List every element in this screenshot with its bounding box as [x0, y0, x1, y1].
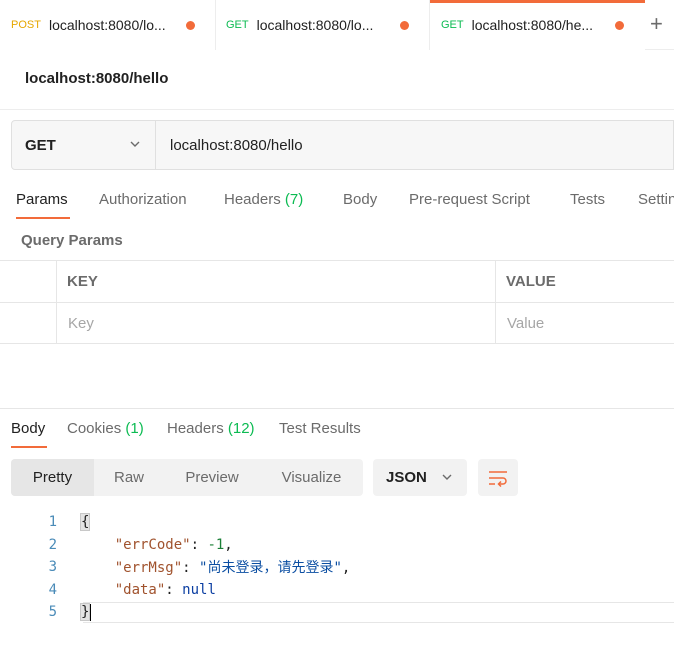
- unsaved-dot-icon: [615, 21, 624, 30]
- raw-button[interactable]: Raw: [94, 459, 164, 496]
- wrap-lines-icon: [489, 470, 507, 487]
- tab-bar: POST localhost:8080/lo... GET localhost:…: [0, 0, 674, 50]
- request-title: localhost:8080/hello: [25, 70, 169, 87]
- line-number: 5: [48, 604, 57, 620]
- json-string: "尚未登录，请先登录": [199, 560, 342, 576]
- divider: [0, 109, 674, 110]
- pretty-button[interactable]: Pretty: [11, 459, 94, 496]
- code-text: "errCode": -1,: [114, 537, 233, 553]
- unsaved-dot-icon: [186, 21, 195, 30]
- tab-settings[interactable]: Settin: [638, 191, 674, 208]
- tab-method-label: POST: [11, 19, 41, 31]
- url-bar: GET localhost:8080/hello: [11, 120, 674, 170]
- code-text: "errMsg": "尚未登录，请先登录",: [114, 560, 351, 576]
- chevron-down-icon: [442, 474, 452, 480]
- code-line: 5 }: [0, 601, 674, 623]
- new-tab-plus-icon[interactable]: +: [650, 11, 663, 37]
- params-table: KEY VALUE Key Value: [0, 260, 674, 344]
- code-line: 3 "errMsg": "尚未登录，请先登录",: [0, 556, 674, 578]
- visualize-button[interactable]: Visualize: [260, 459, 363, 496]
- request-tab-2[interactable]: GET localhost:8080/lo...: [216, 0, 430, 50]
- code-line: 4 "data": null: [0, 579, 674, 601]
- tab-body[interactable]: Body: [343, 191, 377, 208]
- json-null: null: [182, 582, 216, 598]
- preview-button[interactable]: Preview: [164, 459, 260, 496]
- json-key: "data": [114, 582, 166, 598]
- text-cursor: [89, 603, 92, 621]
- tab-headers[interactable]: Headers (7): [224, 191, 303, 208]
- unsaved-dot-icon: [400, 21, 409, 30]
- tab-method-label: GET: [226, 19, 249, 31]
- tab-authorization[interactable]: Authorization: [99, 191, 187, 208]
- request-tab-1[interactable]: POST localhost:8080/lo...: [0, 0, 216, 50]
- line-number: 3: [48, 559, 57, 575]
- line-number: 4: [48, 582, 57, 598]
- wrap-lines-button[interactable]: [478, 459, 518, 496]
- json-key: "errCode": [114, 537, 191, 553]
- response-divider: [0, 408, 674, 409]
- chevron-down-icon: [130, 141, 140, 147]
- code-line: 1 {: [0, 511, 674, 533]
- response-tab-headers[interactable]: Headers (12): [167, 420, 255, 437]
- column-divider: [56, 260, 57, 344]
- line-number: 1: [48, 514, 57, 530]
- tab-pre-request-script[interactable]: Pre-request Script: [409, 191, 530, 208]
- table-row: Key Value: [0, 303, 674, 345]
- format-value: JSON: [386, 469, 427, 486]
- cookies-label: Cookies: [67, 420, 122, 437]
- tab-headers-label: Headers: [224, 191, 281, 208]
- tab-title: localhost:8080/lo...: [256, 17, 374, 33]
- json-key: "errMsg": [114, 560, 183, 576]
- value-column-header: VALUE: [506, 273, 556, 290]
- response-tab-test-results[interactable]: Test Results: [279, 420, 361, 437]
- method-value: GET: [25, 136, 56, 154]
- close-brace: }: [79, 603, 91, 621]
- code-text: "data": null: [114, 582, 216, 598]
- table-header-row: KEY VALUE: [0, 261, 674, 303]
- response-headers-count: (12): [227, 420, 255, 437]
- value-input[interactable]: Value: [507, 303, 544, 344]
- json-number: -1: [207, 537, 225, 553]
- column-divider: [495, 260, 496, 344]
- format-dropdown[interactable]: JSON: [373, 459, 467, 496]
- tab-title: localhost:8080/he...: [471, 17, 594, 33]
- request-tab-3[interactable]: GET localhost:8080/he...: [430, 0, 645, 50]
- line-number: 2: [48, 537, 57, 553]
- url-input[interactable]: localhost:8080/hello: [156, 121, 673, 169]
- active-response-tab-indicator: [11, 446, 47, 448]
- tab-tests[interactable]: Tests: [570, 191, 605, 208]
- query-params-label: Query Params: [21, 232, 123, 249]
- tab-params[interactable]: Params: [16, 191, 68, 208]
- key-input[interactable]: Key: [68, 303, 94, 344]
- headers-count: (7): [284, 191, 304, 208]
- tab-title: localhost:8080/lo...: [48, 17, 166, 33]
- tab-method-label: GET: [441, 19, 464, 31]
- active-tab-indicator: [16, 217, 70, 219]
- cookies-count: (1): [125, 420, 144, 437]
- method-dropdown[interactable]: GET: [12, 121, 156, 169]
- response-tab-cookies[interactable]: Cookies (1): [67, 420, 144, 437]
- code-text: {: [79, 513, 91, 531]
- view-mode-segmented-control: Pretty Raw Preview Visualize: [11, 459, 363, 496]
- key-column-header: KEY: [67, 273, 98, 290]
- request-tabs: Params Authorization Headers (7) Body Pr…: [0, 186, 674, 222]
- response-headers-label: Headers: [167, 420, 224, 437]
- code-line: 2 "errCode": -1,: [0, 534, 674, 556]
- code-text: }: [79, 603, 92, 621]
- open-brace: {: [79, 513, 91, 531]
- response-tab-body[interactable]: Body: [11, 420, 45, 437]
